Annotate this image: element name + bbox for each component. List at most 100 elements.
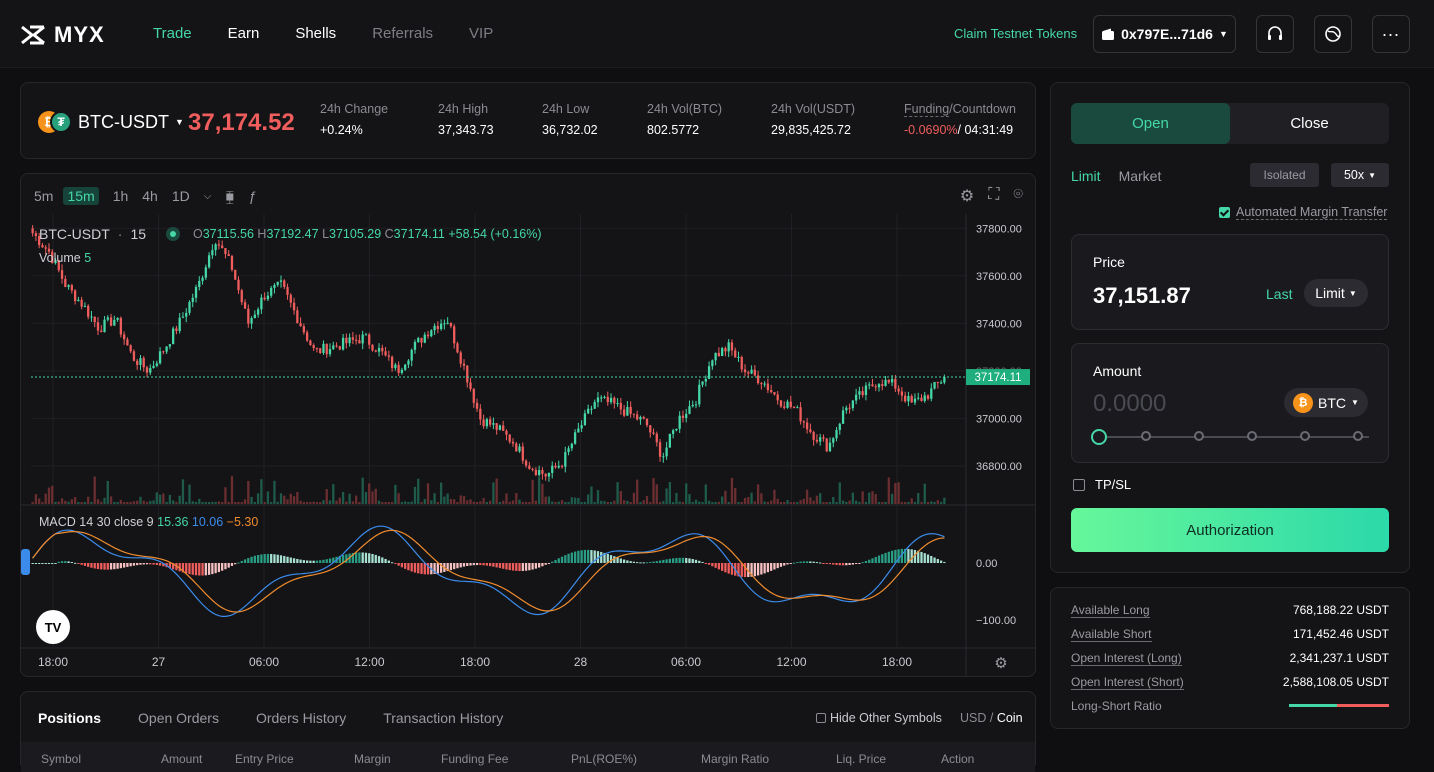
tab-positions[interactable]: Positions [38,710,101,726]
macd-histogram-bar [479,563,482,566]
tpsl-option[interactable]: TP/SL [1073,477,1131,492]
claim-testnet-link[interactable]: Claim Testnet Tokens [954,26,1077,41]
volume-bar [198,498,201,504]
hide-other-symbols[interactable]: Hide Other Symbols [816,711,942,725]
leverage-select[interactable]: 50x ▼ [1331,163,1389,187]
stat-value: 2,341,237.1 USDT [1289,651,1389,665]
auto-margin-checkbox[interactable] [1219,207,1230,218]
stat-label[interactable]: Open Interest (Short) [1071,675,1184,690]
volume-bar [881,501,884,504]
price-chart[interactable]: 37800.0037600.0037400.0037200.0037000.00… [21,174,1035,676]
macd-histogram-bar [361,552,364,563]
candle-body [90,316,93,318]
price-input[interactable]: 37,151.87 [1093,283,1191,309]
volume-bar [694,499,698,504]
macd-histogram-bar [266,553,270,563]
amount-field[interactable]: Amount 0.0000 ₿ BTC ▼ [1071,343,1389,463]
chart-panel[interactable]: 5m 15m 1h 4h 1D ⌵ ⧯ ƒ ⚙ ⛶ ⌾ 37800.00 3760… [20,173,1036,677]
margin-mode-button[interactable]: Isolated [1250,163,1319,187]
tab-orders-history[interactable]: Orders History [256,710,346,726]
nav-earn[interactable]: Earn [228,25,260,42]
funding-label[interactable]: Funding [904,102,950,117]
candle-body [681,415,685,419]
tradingview-logo[interactable]: TV [36,610,70,644]
nav-vip[interactable]: VIP [469,25,493,42]
stat-label[interactable]: Available Short [1071,627,1152,642]
price-type-select[interactable]: Limit ▼ [1304,279,1368,307]
candle-body [312,345,315,349]
unit-usd[interactable]: USD [960,711,986,725]
slider-handle[interactable] [1091,429,1107,445]
open-tab[interactable]: Open [1071,103,1230,144]
amount-slider[interactable] [1091,429,1369,445]
volume-bar [923,483,926,504]
candle-body [439,323,443,330]
slider-step-60[interactable] [1247,431,1257,441]
support-button[interactable] [1256,15,1294,53]
macd-histogram-bar [270,553,273,563]
candle-body [341,337,345,350]
candle-body [832,438,835,443]
volume-bar [90,501,93,504]
nav-trade[interactable]: Trade [153,25,192,42]
volume-bar [355,495,358,504]
amount-unit-select[interactable]: ₿ BTC ▼ [1284,388,1368,417]
candle-body [737,356,740,358]
wallet-button[interactable]: 0x797E...71d6 ▼ [1093,15,1236,53]
volume-bar [341,491,345,504]
unit-toggle[interactable]: USD / Coin [960,711,1023,725]
positions-panel: Positions Open Orders Orders History Tra… [20,691,1036,772]
candle-body [819,437,822,442]
candle-body [773,392,776,395]
amount-input[interactable]: 0.0000 [1093,390,1166,418]
candle-body [861,391,864,396]
candle-body [626,406,629,416]
volume-bar [466,500,469,504]
slider-step-40[interactable] [1194,431,1204,441]
candle-body [776,394,779,401]
volume-bar [841,500,845,504]
order-type-limit[interactable]: Limit [1071,168,1101,184]
candle-body [854,394,858,401]
candle-body [305,332,309,341]
hide-other-checkbox[interactable] [816,713,826,723]
macd-histogram-bar [832,563,835,565]
candle-body [371,344,374,351]
candle-body [515,443,518,452]
volume-bar [387,502,390,504]
volume-bar [332,484,335,504]
macd-histogram-bar [472,563,475,566]
chevron-down-icon: ▼ [1348,288,1357,298]
stat-label[interactable]: Available Long [1071,603,1150,618]
candle-body [825,438,828,452]
stat-label[interactable]: Open Interest (Long) [1071,651,1182,666]
candle-body [564,452,567,467]
slider-step-100[interactable] [1353,431,1363,441]
slider-step-80[interactable] [1300,431,1310,441]
auto-margin-transfer[interactable]: Automated Margin Transfer [1219,205,1388,220]
macd-histogram-bar [368,553,371,563]
tab-open-orders[interactable]: Open Orders [138,710,219,726]
last-price-button[interactable]: Last [1266,286,1292,302]
volume-bar [681,501,685,504]
nav-shells[interactable]: Shells [295,25,336,42]
close-tab[interactable]: Close [1230,103,1389,144]
macd-histogram-bar [482,563,485,566]
volume-bar [234,501,237,504]
macd-histogram-bar [390,562,394,564]
macd-histogram-bar [926,554,930,563]
price-field[interactable]: Price 37,151.87 Last Limit ▼ [1071,234,1389,330]
candle-body [616,402,619,404]
more-button[interactable]: ... [1372,15,1410,53]
tpsl-checkbox[interactable] [1073,478,1085,491]
order-type-market[interactable]: Market [1119,168,1162,184]
authorization-button[interactable]: Authorization [1071,508,1389,552]
volume-bar [678,501,681,504]
pair-selector[interactable]: ₿ ₮ BTC-USDT ▼ [38,111,184,133]
language-button[interactable] [1314,15,1352,53]
tab-transaction-history[interactable]: Transaction History [383,710,503,726]
logo[interactable]: MYX [20,22,105,48]
nav-referrals[interactable]: Referrals [372,25,433,42]
slider-step-20[interactable] [1141,431,1151,441]
unit-coin[interactable]: Coin [997,711,1023,725]
